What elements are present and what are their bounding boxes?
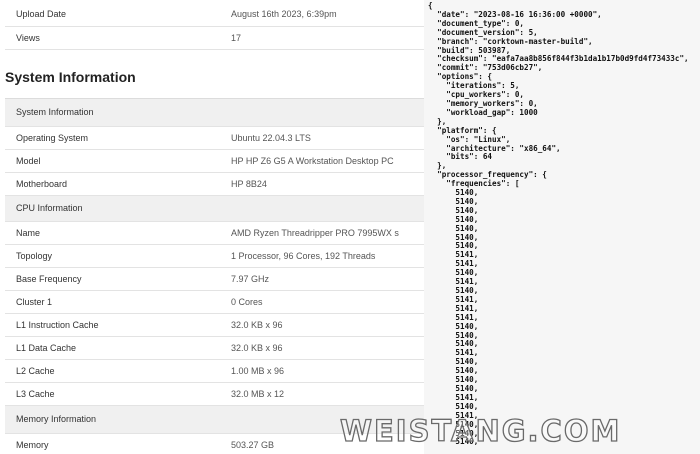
row-value: 1.00 MB x 96 — [231, 366, 285, 376]
table-row: L2 Cache 1.00 MB x 96 — [5, 360, 424, 383]
table-row: Topology 1 Processor, 96 Cores, 192 Threa… — [5, 245, 424, 268]
row-value: 1 Processor, 96 Cores, 192 Threads — [231, 251, 376, 261]
row-label: Model — [16, 156, 41, 166]
section-title: System Information — [5, 69, 136, 85]
table-row: Base Frequency 7.97 GHz — [5, 268, 424, 291]
row-value: 32.0 KB x 96 — [231, 320, 283, 330]
row-value: HP 8B24 — [231, 179, 267, 189]
row-label: Upload Date — [16, 9, 67, 19]
row-value: 503.27 GB — [231, 440, 275, 450]
table-row: Name AMD Ryzen Threadripper PRO 7995WX s — [5, 222, 424, 245]
table-row: L1 Data Cache 32.0 KB x 96 — [5, 337, 424, 360]
table-row: L3 Cache 32.0 MB x 12 — [5, 383, 424, 406]
row-label: L2 Cache — [16, 366, 55, 376]
group-label: CPU Information — [16, 203, 83, 213]
row-value: 17 — [231, 33, 242, 43]
table-row: Model HP HP Z6 G5 A Workstation Desktop P… — [5, 150, 424, 173]
watermark: WEISTANG.COM — [339, 413, 622, 448]
row-label: Memory — [16, 440, 49, 450]
row-label: L1 Data Cache — [16, 343, 77, 353]
row-value: HP HP Z6 G5 A Workstation Desktop PC — [231, 156, 394, 166]
group-header: System Information — [5, 99, 424, 127]
results-panel: Upload Date August 16th 2023, 6:39pm Vie… — [0, 0, 424, 454]
row-value: August 16th 2023, 6:39pm — [231, 9, 337, 19]
row-label: Base Frequency — [16, 274, 82, 284]
row-label: Cluster 1 — [16, 297, 53, 307]
table-row: L1 Instruction Cache 32.0 KB x 96 — [5, 314, 424, 337]
table-row: Views 17 — [5, 27, 424, 50]
table-row: Operating System Ubuntu 22.04.3 LTS — [5, 127, 424, 150]
row-value: 32.0 KB x 96 — [231, 343, 283, 353]
upload-info-table: Upload Date August 16th 2023, 6:39pm Vie… — [5, 0, 424, 50]
row-label: L3 Cache — [16, 389, 55, 399]
group-header: CPU Information — [5, 196, 424, 222]
row-label: Operating System — [16, 133, 89, 143]
row-value: 0 Cores — [231, 297, 263, 307]
json-viewer: { "date": "2023-08-16 16:36:00 +0000", "… — [424, 0, 700, 454]
row-value: Ubuntu 22.04.3 LTS — [231, 133, 311, 143]
table-row: Motherboard HP 8B24 — [5, 173, 424, 196]
row-value: AMD Ryzen Threadripper PRO 7995WX s — [231, 228, 399, 238]
table-row: Upload Date August 16th 2023, 6:39pm — [5, 0, 424, 27]
table-row: Cluster 1 0 Cores — [5, 291, 424, 314]
row-value: 7.97 GHz — [231, 274, 270, 284]
row-label: Views — [16, 33, 40, 43]
row-label: L1 Instruction Cache — [16, 320, 99, 330]
group-label: System Information — [16, 107, 94, 117]
json-text: { "date": "2023-08-16 16:36:00 +0000", "… — [428, 1, 689, 447]
row-label: Name — [16, 228, 41, 238]
system-information-table: System Information Operating System Ubuntu… — [5, 98, 424, 454]
group-label: Memory Information — [16, 414, 97, 424]
row-label: Topology — [16, 251, 53, 261]
row-value: 32.0 MB x 12 — [231, 389, 285, 399]
row-label: Motherboard — [16, 179, 68, 189]
